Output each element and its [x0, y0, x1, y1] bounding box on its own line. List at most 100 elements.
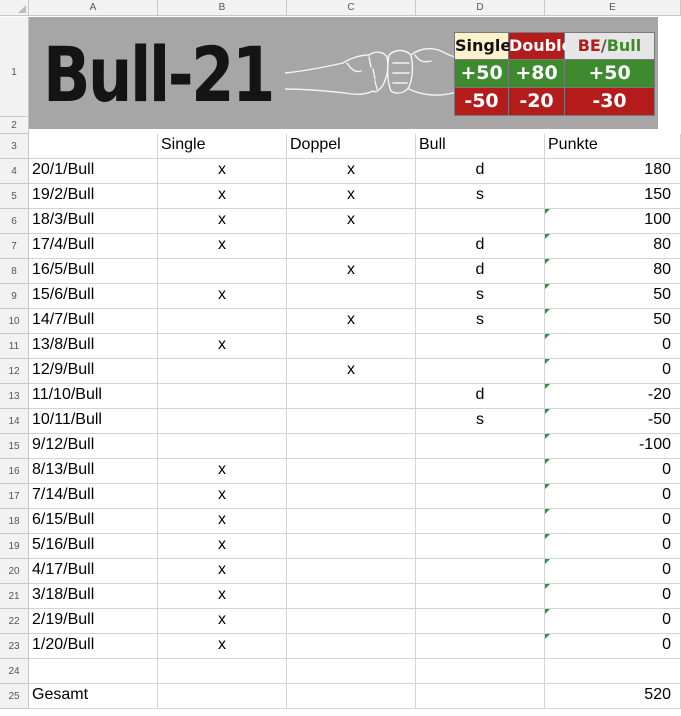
row-header-18[interactable]: 18	[0, 509, 29, 534]
double-hit-cell[interactable]	[287, 234, 416, 259]
throw-sequence-cell[interactable]: 7/14/Bull	[29, 484, 158, 509]
points-cell[interactable]: 0	[545, 484, 681, 509]
bull-hit-cell[interactable]	[416, 334, 545, 359]
row-header-4[interactable]: 4	[0, 159, 29, 184]
total-label-cell[interactable]: Gesamt	[29, 684, 158, 709]
double-hit-cell[interactable]	[287, 559, 416, 584]
bull-hit-cell[interactable]: s	[416, 284, 545, 309]
title-banner[interactable]: Bull-21 Single Double BE/Bull +50 +80 +5…	[29, 17, 658, 129]
bull-hit-cell[interactable]	[416, 459, 545, 484]
double-hit-cell[interactable]: x	[287, 184, 416, 209]
single-hit-cell[interactable]: x	[158, 584, 287, 609]
bull-hit-cell[interactable]	[416, 484, 545, 509]
row-header-5[interactable]: 5	[0, 184, 29, 209]
row-header-25[interactable]: 25	[0, 684, 29, 709]
double-hit-cell[interactable]	[287, 584, 416, 609]
row-header-13[interactable]: 13	[0, 384, 29, 409]
select-all-corner[interactable]	[0, 0, 29, 16]
column-header-d[interactable]: D	[416, 0, 545, 16]
throw-sequence-cell[interactable]: 18/3/Bull	[29, 209, 158, 234]
row-header-16[interactable]: 16	[0, 459, 29, 484]
throw-sequence-cell[interactable]: 13/8/Bull	[29, 334, 158, 359]
column-header-b[interactable]: B	[158, 0, 287, 16]
header-cell-d[interactable]: Bull	[416, 134, 545, 159]
points-cell[interactable]: 80	[545, 259, 681, 284]
throw-sequence-cell[interactable]: 19/2/Bull	[29, 184, 158, 209]
points-cell[interactable]: 0	[545, 534, 681, 559]
double-hit-cell[interactable]	[287, 409, 416, 434]
throw-sequence-cell[interactable]: 6/15/Bull	[29, 509, 158, 534]
double-hit-cell[interactable]: x	[287, 259, 416, 284]
points-cell[interactable]: 180	[545, 159, 681, 184]
row-header-8[interactable]: 8	[0, 259, 29, 284]
empty-cell[interactable]	[29, 659, 158, 684]
row-header-14[interactable]: 14	[0, 409, 29, 434]
row-header-22[interactable]: 22	[0, 609, 29, 634]
row-header-12[interactable]: 12	[0, 359, 29, 384]
points-cell[interactable]: 0	[545, 559, 681, 584]
header-cell-e[interactable]: Punkte	[545, 134, 681, 159]
empty-cell[interactable]	[158, 659, 287, 684]
bull-hit-cell[interactable]	[416, 584, 545, 609]
points-cell[interactable]: 0	[545, 334, 681, 359]
double-hit-cell[interactable]	[287, 384, 416, 409]
double-hit-cell[interactable]	[287, 609, 416, 634]
row-header-7[interactable]: 7	[0, 234, 29, 259]
single-hit-cell[interactable]: x	[158, 184, 287, 209]
single-hit-cell[interactable]: x	[158, 634, 287, 659]
points-cell[interactable]: 50	[545, 284, 681, 309]
throw-sequence-cell[interactable]: 1/20/Bull	[29, 634, 158, 659]
total-value-cell[interactable]: 520	[545, 684, 681, 709]
points-cell[interactable]: 0	[545, 459, 681, 484]
double-hit-cell[interactable]	[287, 334, 416, 359]
header-cell-b[interactable]: Single	[158, 134, 287, 159]
bull-hit-cell[interactable]: s	[416, 309, 545, 334]
double-hit-cell[interactable]: x	[287, 359, 416, 384]
points-cell[interactable]: -20	[545, 384, 681, 409]
points-cell[interactable]: -100	[545, 434, 681, 459]
throw-sequence-cell[interactable]: 4/17/Bull	[29, 559, 158, 584]
empty-cell[interactable]	[287, 659, 416, 684]
bull-hit-cell[interactable]: d	[416, 384, 545, 409]
single-hit-cell[interactable]: x	[158, 159, 287, 184]
column-header-c[interactable]: C	[287, 0, 416, 16]
throw-sequence-cell[interactable]: 14/7/Bull	[29, 309, 158, 334]
row-header-9[interactable]: 9	[0, 284, 29, 309]
single-hit-cell[interactable]: x	[158, 559, 287, 584]
row-header-17[interactable]: 17	[0, 484, 29, 509]
single-hit-cell[interactable]: x	[158, 609, 287, 634]
single-hit-cell[interactable]: x	[158, 209, 287, 234]
header-cell-a[interactable]	[29, 134, 158, 159]
throw-sequence-cell[interactable]: 8/13/Bull	[29, 459, 158, 484]
empty-cell[interactable]	[545, 659, 681, 684]
double-hit-cell[interactable]	[287, 459, 416, 484]
row-header-10[interactable]: 10	[0, 309, 29, 334]
points-cell[interactable]: 0	[545, 359, 681, 384]
throw-sequence-cell[interactable]: 3/18/Bull	[29, 584, 158, 609]
row-header-23[interactable]: 23	[0, 634, 29, 659]
bull-hit-cell[interactable]: d	[416, 159, 545, 184]
points-cell[interactable]: 0	[545, 584, 681, 609]
bull-hit-cell[interactable]: d	[416, 234, 545, 259]
points-cell[interactable]: 0	[545, 634, 681, 659]
points-cell[interactable]: 50	[545, 309, 681, 334]
bull-hit-cell[interactable]	[416, 534, 545, 559]
points-cell[interactable]: -50	[545, 409, 681, 434]
bull-hit-cell[interactable]	[416, 609, 545, 634]
points-cell[interactable]: 100	[545, 209, 681, 234]
empty-cell[interactable]	[416, 684, 545, 709]
throw-sequence-cell[interactable]: 16/5/Bull	[29, 259, 158, 284]
double-hit-cell[interactable]	[287, 634, 416, 659]
throw-sequence-cell[interactable]: 5/16/Bull	[29, 534, 158, 559]
bull-hit-cell[interactable]	[416, 634, 545, 659]
single-hit-cell[interactable]: x	[158, 334, 287, 359]
points-cell[interactable]: 150	[545, 184, 681, 209]
bull-hit-cell[interactable]	[416, 509, 545, 534]
bull-hit-cell[interactable]: d	[416, 259, 545, 284]
double-hit-cell[interactable]: x	[287, 159, 416, 184]
throw-sequence-cell[interactable]: 12/9/Bull	[29, 359, 158, 384]
points-cell[interactable]: 0	[545, 609, 681, 634]
double-hit-cell[interactable]	[287, 434, 416, 459]
bull-hit-cell[interactable]	[416, 359, 545, 384]
throw-sequence-cell[interactable]: 9/12/Bull	[29, 434, 158, 459]
